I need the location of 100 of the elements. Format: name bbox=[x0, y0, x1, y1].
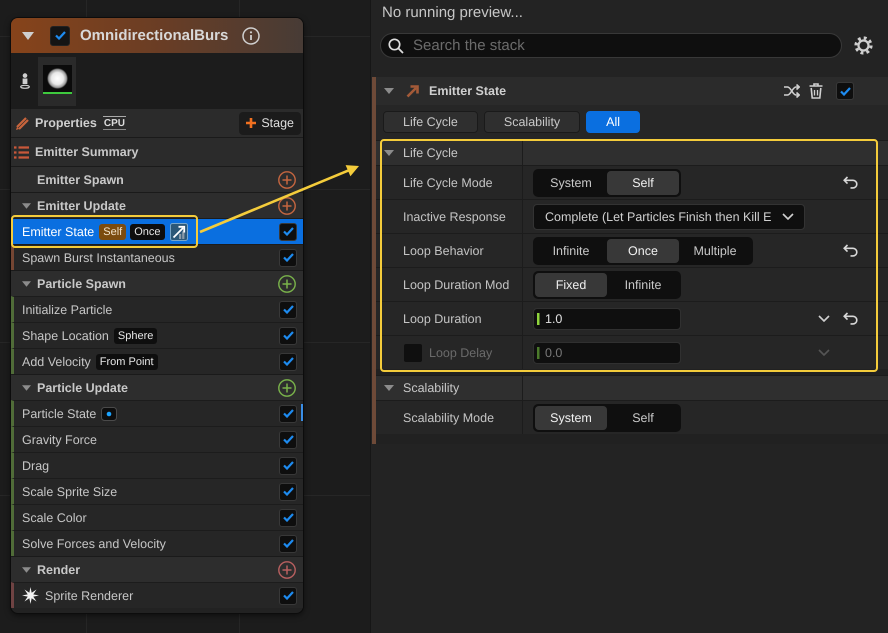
starburst-icon bbox=[22, 587, 39, 604]
settings-icon[interactable] bbox=[854, 36, 873, 55]
stage-header[interactable]: Particle Spawn bbox=[11, 270, 303, 296]
stage-header[interactable]: Emitter Spawn bbox=[11, 166, 303, 192]
person-pin-icon[interactable] bbox=[20, 73, 30, 89]
pencil-icon bbox=[15, 116, 30, 130]
search-field[interactable]: Search the stack bbox=[413, 36, 841, 56]
module-title: Emitter State bbox=[429, 84, 506, 98]
segment-option[interactable]: Once bbox=[607, 238, 679, 262]
stage-button[interactable]: Stage bbox=[239, 112, 301, 134]
checkmark-icon bbox=[282, 435, 294, 444]
checkmark-icon bbox=[282, 461, 294, 470]
module-row[interactable]: Gravity Force bbox=[11, 426, 303, 452]
property-label: Loop Behavior bbox=[403, 244, 484, 258]
caret-down-icon[interactable] bbox=[22, 202, 31, 208]
enable-checkbox[interactable] bbox=[836, 82, 854, 100]
checkmark-icon bbox=[282, 513, 294, 522]
trash-icon[interactable] bbox=[809, 83, 823, 99]
caret-down-icon[interactable] bbox=[22, 384, 31, 390]
property-label: Scalability Mode bbox=[403, 410, 494, 424]
enable-checkbox[interactable] bbox=[279, 404, 297, 422]
module-name: Spawn Burst Instantaneous bbox=[22, 250, 175, 264]
caret-down-icon[interactable] bbox=[384, 150, 394, 156]
undo-arrow-icon[interactable] bbox=[842, 176, 858, 189]
filter-tab[interactable]: All bbox=[586, 111, 640, 133]
value-tag: From Point bbox=[96, 354, 158, 370]
undo-arrow-icon[interactable] bbox=[842, 312, 858, 325]
enable-checkbox[interactable] bbox=[279, 222, 297, 240]
segment-option[interactable]: Infinite bbox=[607, 272, 679, 296]
module-row[interactable]: Shape Location Sphere bbox=[11, 322, 303, 348]
scope-tag: Self bbox=[99, 224, 126, 240]
segment-option[interactable]: System bbox=[535, 406, 607, 430]
dropdown[interactable]: Complete (Let Particles Finish then Kill E bbox=[533, 204, 805, 230]
shuffle-icon[interactable] bbox=[784, 84, 800, 98]
info-icon[interactable] bbox=[242, 26, 260, 44]
search-bar[interactable]: Search the stack bbox=[380, 33, 842, 58]
enable-checkbox[interactable] bbox=[279, 482, 297, 500]
module-row[interactable]: Initialize Particle bbox=[11, 296, 303, 322]
filter-tab[interactable]: Life Cycle bbox=[383, 111, 478, 133]
enable-checkbox[interactable] bbox=[279, 430, 297, 448]
properties-button[interactable]: Properties bbox=[15, 116, 97, 130]
stage-header[interactable]: Render bbox=[11, 556, 303, 582]
stage-header[interactable]: Emitter Update bbox=[11, 192, 303, 218]
module-name: Scale Sprite Size bbox=[22, 484, 118, 498]
enable-checkbox[interactable] bbox=[279, 300, 297, 318]
property-label: Life Cycle Mode bbox=[403, 176, 493, 190]
checkmark-icon bbox=[54, 31, 66, 40]
enable-checkbox[interactable] bbox=[279, 326, 297, 344]
module-row[interactable]: Scale Color bbox=[11, 504, 303, 530]
segment-option[interactable]: Self bbox=[607, 406, 679, 430]
module-row[interactable]: Add Velocity From Point bbox=[11, 348, 303, 374]
scrollbar-thumb[interactable] bbox=[301, 404, 303, 421]
sim-target-label: CPU bbox=[102, 116, 126, 130]
segment-option[interactable]: Infinite bbox=[535, 238, 607, 262]
segment-option[interactable]: Multiple bbox=[679, 238, 751, 262]
module-row[interactable]: Sprite Renderer bbox=[11, 582, 303, 608]
caret-down-icon[interactable] bbox=[22, 280, 31, 286]
checkmark-icon bbox=[282, 357, 294, 366]
checkmark-icon bbox=[282, 539, 294, 548]
module-name: Shape Location bbox=[22, 328, 109, 342]
module-header[interactable]: Emitter State bbox=[376, 77, 888, 105]
enable-checkbox[interactable] bbox=[279, 248, 297, 266]
caret-down-icon[interactable] bbox=[384, 385, 394, 391]
segment-option[interactable]: Fixed bbox=[535, 272, 607, 296]
module-row[interactable]: Drag bbox=[11, 452, 303, 478]
enable-checkbox[interactable] bbox=[279, 456, 297, 474]
caret-down-icon[interactable] bbox=[384, 88, 394, 94]
sphere-thumbnail[interactable] bbox=[38, 56, 76, 106]
segment-option[interactable]: Self bbox=[607, 170, 679, 194]
segment-option[interactable]: System bbox=[535, 170, 607, 194]
add-circle-icon[interactable] bbox=[278, 378, 296, 396]
number-field[interactable]: 1.0 bbox=[533, 308, 681, 330]
section-header[interactable]: Scalability bbox=[376, 375, 888, 400]
enable-checkbox[interactable] bbox=[279, 534, 297, 552]
module-row[interactable]: Scale Sprite Size bbox=[11, 478, 303, 504]
caret-down-icon[interactable] bbox=[22, 32, 34, 40]
enable-checkbox[interactable] bbox=[279, 508, 297, 526]
filter-tab[interactable]: Scalability bbox=[484, 111, 580, 133]
module-row[interactable]: Spawn Burst Instantaneous bbox=[11, 244, 303, 270]
stage-header[interactable]: Particle Update bbox=[11, 374, 303, 400]
checkmark-icon bbox=[282, 253, 294, 262]
enable-checkbox[interactable] bbox=[279, 586, 297, 604]
section-title: Scalability bbox=[403, 381, 460, 395]
checkmark-icon bbox=[282, 409, 294, 418]
module-row[interactable]: Solve Forces and Velocity bbox=[11, 530, 303, 556]
checkmark-icon bbox=[282, 305, 294, 314]
enable-checkbox[interactable] bbox=[279, 352, 297, 370]
stage-title: Render bbox=[37, 562, 80, 576]
checkmark-icon bbox=[282, 227, 294, 236]
enable-checkbox[interactable] bbox=[50, 26, 70, 46]
undo-arrow-icon[interactable] bbox=[842, 244, 858, 257]
section-header[interactable]: Life Cycle bbox=[376, 140, 888, 165]
summary-header[interactable]: Emitter Summary bbox=[11, 137, 303, 166]
property-label: Loop Duration Mod bbox=[403, 278, 510, 292]
list-icon bbox=[14, 146, 29, 158]
stage-title: Emitter Spawn bbox=[37, 172, 124, 186]
caret-down-icon[interactable] bbox=[22, 566, 31, 572]
add-circle-icon[interactable] bbox=[278, 274, 296, 292]
module-row[interactable]: Particle State bbox=[11, 400, 303, 426]
add-circle-icon[interactable] bbox=[278, 196, 296, 214]
